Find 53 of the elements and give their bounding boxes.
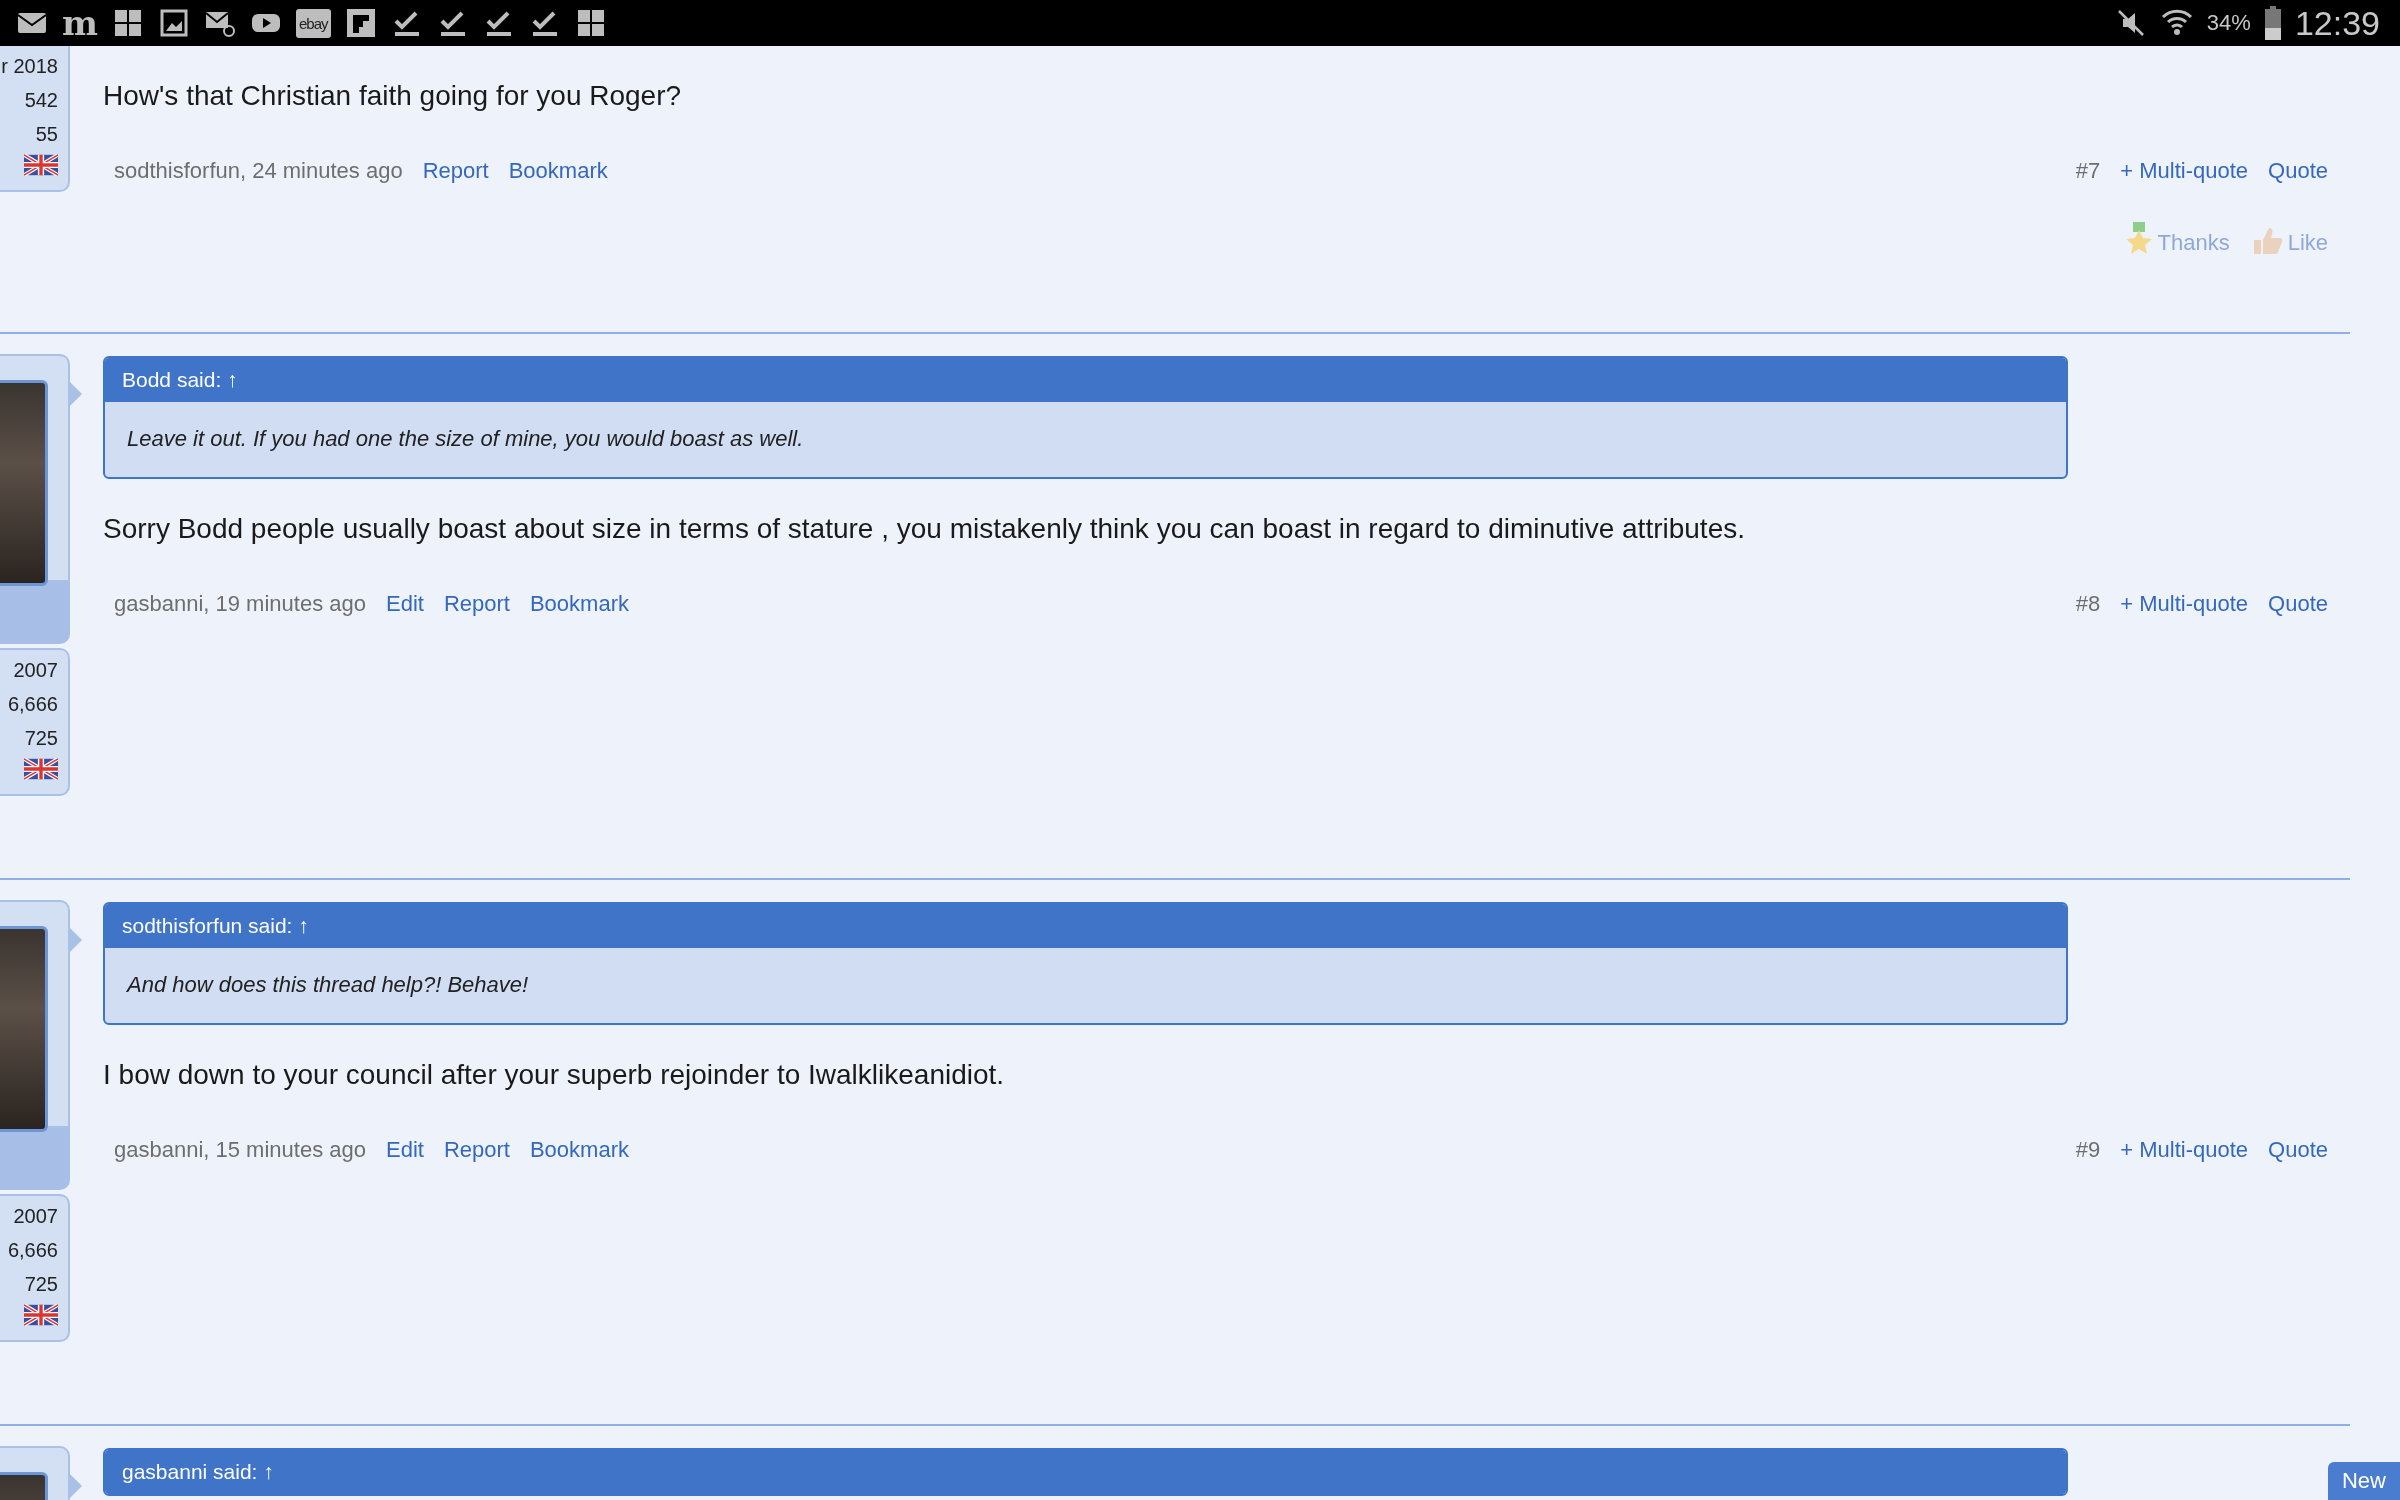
post-author-time: gasbanni, 15 minutes ago xyxy=(114,1137,366,1163)
battery-percent: 34% xyxy=(2206,10,2251,36)
post-link[interactable]: + Multi-quote xyxy=(2120,1137,2249,1163)
reaction-label: Like xyxy=(2287,230,2328,256)
user-stat: 2007 xyxy=(13,658,58,683)
user-stat: 542 xyxy=(24,88,58,113)
post-link[interactable]: Report xyxy=(443,1137,510,1163)
quote-text: And how does this thread help?! Behave! xyxy=(125,971,530,999)
post-link[interactable]: Bookmark xyxy=(529,1137,629,1163)
app-logo: ebay xyxy=(296,8,331,38)
user-stat: 6,666 xyxy=(7,1238,58,1263)
post-link[interactable]: Edit xyxy=(385,591,424,617)
uk-flag-icon xyxy=(24,1304,58,1326)
post-message: Sorry Bodd people usually boast about size in terms of stature , you mistakenly think you can boast in regard to diminutive attributes. xyxy=(103,513,1746,545)
grid-icon xyxy=(112,7,144,39)
reaction-label: Thanks xyxy=(2157,230,2230,256)
quote-text: Leave it out. If you had one the size of mine, you would boast as well. xyxy=(126,425,805,453)
quote-header: Bodd said: ↑ xyxy=(105,358,2066,402)
post-link[interactable]: Edit xyxy=(385,1137,424,1163)
post-link[interactable]: + Multi-quote xyxy=(2120,158,2249,184)
new-posts-button[interactable]: New xyxy=(2328,1462,2400,1500)
post-link[interactable]: Report xyxy=(422,158,489,184)
post-author-time: sodthisforfun, 24 minutes ago xyxy=(114,158,403,184)
star-medal-icon xyxy=(2125,222,2154,256)
user-stat: 725 xyxy=(24,726,58,751)
user-stat: 725 xyxy=(24,1272,58,1297)
post-message: How's that Christian faith going for you Roger? xyxy=(103,80,683,112)
post-number: #7 xyxy=(2075,158,2101,184)
post-link[interactable]: Report xyxy=(443,591,510,617)
post-link[interactable]: + Multi-quote xyxy=(2120,591,2249,617)
app-logo-icon xyxy=(344,7,377,39)
post-link[interactable]: Bookmark xyxy=(508,158,608,184)
user-stat: 2007 xyxy=(13,1204,58,1229)
app-logo: m xyxy=(62,7,98,39)
quote-header: gasbanni said: ↑ xyxy=(105,1450,2066,1494)
thumbs-up-icon xyxy=(2251,226,2284,256)
clock: 12:39 xyxy=(2294,3,2380,43)
uk-flag-icon xyxy=(24,154,58,176)
image-icon xyxy=(158,7,190,39)
post-link[interactable]: Quote xyxy=(2268,1137,2328,1163)
post-link[interactable]: Quote xyxy=(2268,591,2328,617)
battery-icon xyxy=(2264,6,2281,40)
post-number: #8 xyxy=(2075,591,2101,617)
post-link[interactable]: Quote xyxy=(2268,158,2328,184)
post-link[interactable]: Bookmark xyxy=(529,591,629,617)
quote-header: sodthisforfun said: ↑ xyxy=(105,904,2066,948)
uk-flag-icon xyxy=(24,758,58,780)
post-number: #9 xyxy=(2075,1137,2101,1163)
post-author-time: gasbanni, 19 minutes ago xyxy=(114,591,366,617)
user-stat: 55 xyxy=(35,122,58,147)
post-message: I bow down to your council after your superb rejoinder to Iwalklikeanidiot. xyxy=(103,1059,1006,1091)
user-stat: r 2018 xyxy=(1,54,58,79)
user-stat: 6,666 xyxy=(7,692,58,717)
